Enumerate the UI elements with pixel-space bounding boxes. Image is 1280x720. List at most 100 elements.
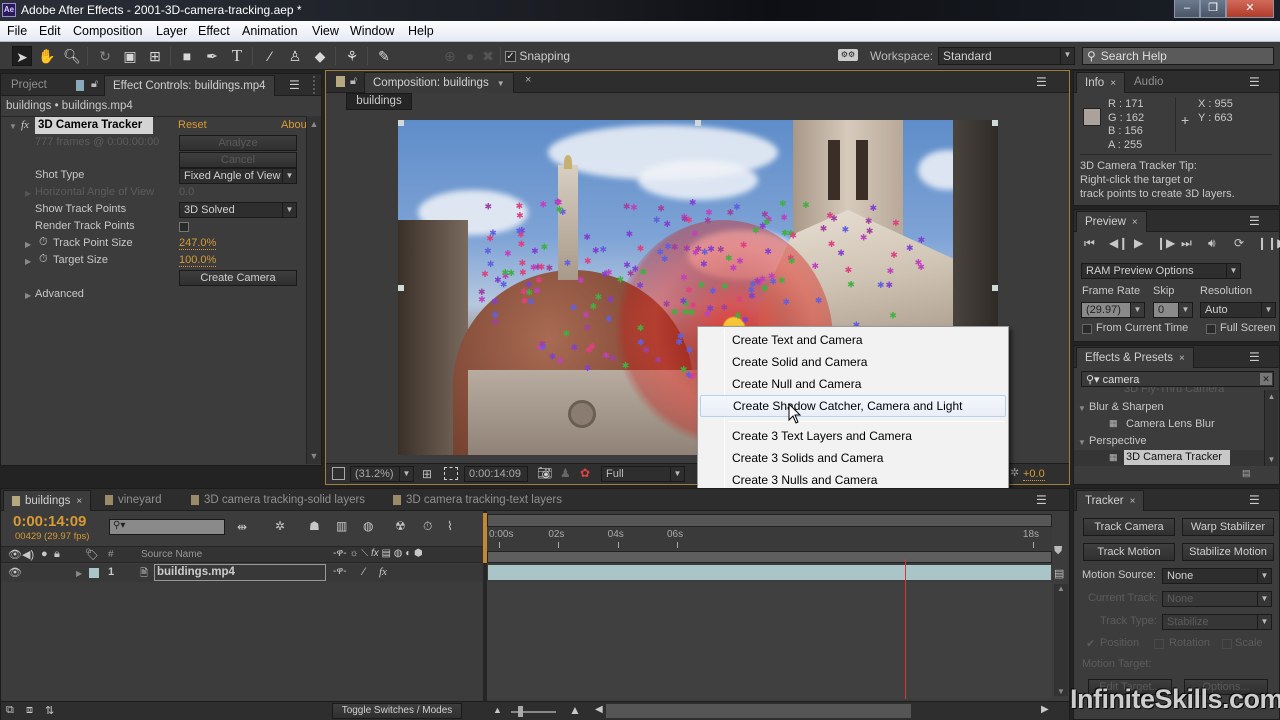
- track-point[interactable]: ✱: [692, 247, 700, 257]
- panel-menu-icon[interactable]: ☰: [289, 78, 300, 92]
- shot-type-dropdown[interactable]: Fixed Angle of View ▼: [179, 168, 297, 184]
- menu-item-create-null-and-camera[interactable]: Create Null and Camera: [700, 373, 1006, 395]
- track-point[interactable]: ✱: [584, 256, 592, 266]
- zoom-out-icon[interactable]: ▲: [493, 705, 502, 715]
- new-preset-icon[interactable]: ▤: [1242, 468, 1251, 479]
- tab-effect-controls[interactable]: Effect Controls: buildings.mp4: [104, 75, 275, 96]
- track-point[interactable]: ✱: [686, 345, 694, 355]
- track-point[interactable]: ✱: [626, 229, 634, 239]
- tab-info[interactable]: Info ×: [1076, 72, 1126, 93]
- track-point[interactable]: ✱: [761, 210, 769, 220]
- pan-behind-tool-icon[interactable]: ⊞: [145, 46, 165, 66]
- menu-file[interactable]: File: [7, 24, 27, 38]
- scroll-down-icon[interactable]: ▼: [1054, 687, 1068, 696]
- track-point[interactable]: ✱: [605, 268, 613, 278]
- menu-item-create-3-text-layers[interactable]: Create 3 Text Layers and Camera: [700, 425, 1006, 447]
- track-camera-button[interactable]: Track Camera: [1083, 518, 1175, 536]
- tab-timeline-text-layers[interactable]: 3D camera tracking-text layers: [385, 490, 570, 511]
- track-point[interactable]: ✱: [842, 224, 850, 234]
- play-icon[interactable]: ▶: [1134, 236, 1143, 250]
- graph-editor-icon[interactable]: ⌇: [447, 519, 453, 533]
- track-point[interactable]: ✱: [531, 246, 539, 256]
- track-point[interactable]: ✱: [484, 246, 492, 256]
- chevron-down-icon[interactable]: ▼: [497, 79, 505, 88]
- current-time-display[interactable]: 0:00:14:09: [464, 466, 528, 482]
- track-point[interactable]: ✱: [717, 245, 725, 255]
- scroll-down-icon[interactable]: ▼: [1265, 455, 1278, 464]
- workspace-icon[interactable]: ⚙⚙: [838, 49, 858, 61]
- track-point[interactable]: ✱: [571, 343, 579, 353]
- ram-preview-icon[interactable]: ❙❙▶: [1257, 236, 1280, 250]
- in-out-icon[interactable]: ⇅: [45, 704, 54, 717]
- track-point[interactable]: ✱: [640, 267, 648, 277]
- track-point[interactable]: ✱: [607, 295, 615, 305]
- motion-source-dropdown[interactable]: None ▼: [1162, 568, 1272, 584]
- layer-render-icon[interactable]: ▤: [1054, 567, 1064, 580]
- track-point[interactable]: ✱: [631, 264, 639, 274]
- position-checkbox[interactable]: ✔: [1086, 637, 1095, 650]
- track-point[interactable]: ✱: [709, 286, 717, 296]
- close-tab-icon[interactable]: ×: [1110, 78, 1116, 89]
- stabilize-motion-button[interactable]: Stabilize Motion: [1182, 543, 1274, 561]
- track-point[interactable]: ✱: [706, 304, 714, 314]
- track-point[interactable]: ✱: [683, 244, 691, 254]
- brush-tool-icon[interactable]: ⁄: [260, 46, 280, 66]
- track-point[interactable]: ✱: [889, 311, 897, 321]
- effects-scrollbar[interactable]: ▲ ▼: [1264, 390, 1278, 466]
- ram-preview-options-dropdown[interactable]: RAM Preview Options ▼: [1081, 263, 1241, 279]
- workspace-dropdown[interactable]: Standard ▼: [938, 47, 1075, 65]
- effect-name[interactable]: 3D Camera Tracker: [35, 117, 153, 134]
- track-point[interactable]: ✱: [588, 341, 596, 351]
- panel-menu-icon[interactable]: ☰: [1249, 350, 1260, 364]
- lock-icon[interactable]: 🔒︎: [54, 548, 60, 561]
- track-point[interactable]: ✱: [748, 291, 756, 301]
- track-point[interactable]: ✱: [481, 269, 489, 279]
- track-point[interactable]: ✱: [742, 315, 750, 325]
- track-point[interactable]: ✱: [890, 250, 898, 260]
- audio-icon[interactable]: 🔊︎: [1208, 236, 1216, 251]
- track-point[interactable]: ✱: [654, 355, 662, 365]
- clear-search-icon[interactable]: ✕: [1260, 373, 1272, 385]
- channel-icon[interactable]: ✿: [580, 466, 590, 480]
- panel-menu-icon[interactable]: ☰: [1036, 75, 1047, 89]
- resolution-dropdown[interactable]: Auto ▼: [1200, 302, 1276, 318]
- work-area-bar[interactable]: [487, 514, 1052, 527]
- track-point[interactable]: ✱: [781, 228, 789, 238]
- effect-item-partial[interactable]: 3D Fly-Thru Camera: [1124, 387, 1224, 395]
- track-point[interactable]: ✱: [653, 215, 661, 225]
- zoom-tool-icon[interactable]: 🔍︎: [62, 46, 82, 66]
- expand-triangle-icon[interactable]: ▶: [25, 257, 31, 266]
- track-point[interactable]: ✱: [701, 247, 709, 257]
- scroll-right-icon[interactable]: ▶: [1041, 704, 1049, 715]
- tab-tracker[interactable]: Tracker ×: [1076, 490, 1145, 511]
- tab-timeline-solid-layers[interactable]: 3D camera tracking-solid layers: [183, 490, 373, 511]
- tab-timeline-vineyard[interactable]: vineyard: [97, 490, 169, 511]
- track-point[interactable]: ✱: [680, 296, 688, 306]
- track-point[interactable]: ✱: [657, 203, 665, 213]
- track-point[interactable]: ✱: [527, 296, 535, 306]
- timeline-search-input[interactable]: ⚲▾: [109, 519, 225, 535]
- panel-menu-icon[interactable]: ☰: [1249, 75, 1260, 89]
- label-color[interactable]: [89, 568, 99, 578]
- track-point[interactable]: ✱: [584, 323, 592, 333]
- time-navigator[interactable]: [487, 551, 1052, 563]
- menu-item-create-3-solids[interactable]: Create 3 Solids and Camera: [700, 447, 1006, 469]
- close-tab-icon[interactable]: ×: [1132, 217, 1138, 228]
- visibility-icon[interactable]: 👁︎: [8, 548, 22, 561]
- track-point[interactable]: ✱: [779, 199, 787, 209]
- track-point[interactable]: ✱: [516, 226, 524, 236]
- track-point[interactable]: ✱: [617, 274, 625, 284]
- track-point[interactable]: ✱: [886, 280, 894, 290]
- track-point[interactable]: ✱: [681, 214, 689, 224]
- track-point[interactable]: ✱: [759, 221, 767, 231]
- track-point[interactable]: ✱: [802, 200, 810, 210]
- track-point[interactable]: ✱: [570, 303, 578, 313]
- track-point[interactable]: ✱: [736, 256, 744, 266]
- timeline-current-time[interactable]: 0:00:14:09: [13, 513, 86, 530]
- expand-triangle-icon[interactable]: ▶: [25, 240, 31, 249]
- track-point[interactable]: ✱: [485, 202, 493, 212]
- track-point[interactable]: ✱: [828, 239, 836, 249]
- zoom-slider-handle[interactable]: [518, 706, 523, 717]
- show-snapshot-icon[interactable]: ♟: [560, 466, 571, 480]
- close-button[interactable]: ✕: [1226, 0, 1274, 18]
